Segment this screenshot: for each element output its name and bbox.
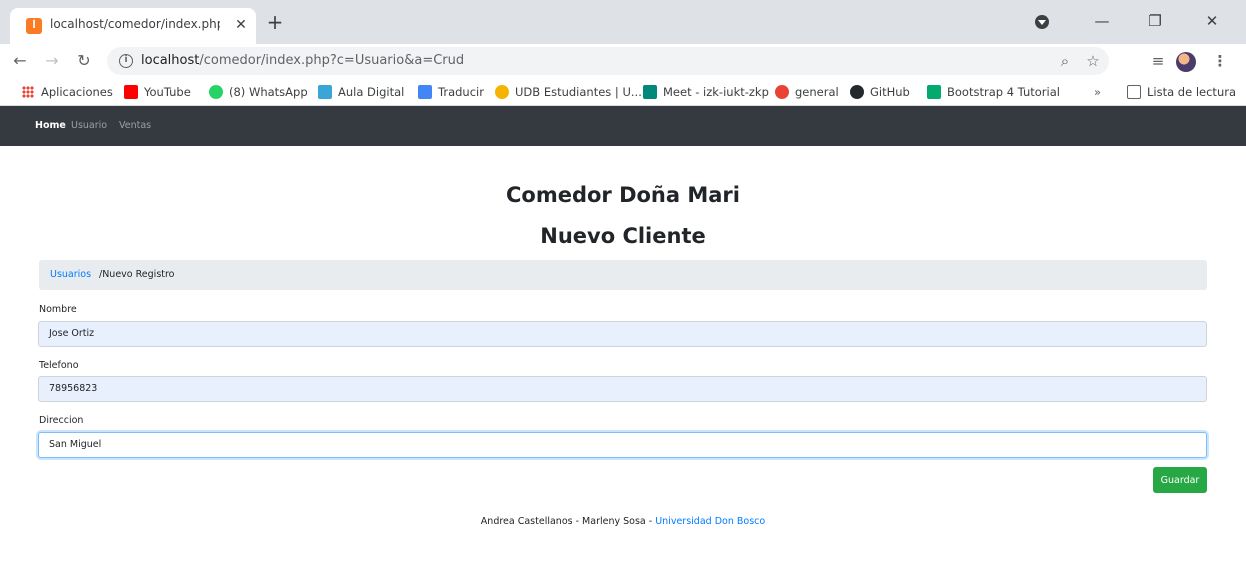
aula-digital-icon — [318, 85, 332, 99]
bookmark-general[interactable]: general — [775, 83, 839, 101]
bookmark-youtube[interactable]: YouTube — [124, 83, 191, 101]
browser-toolbar: ← → ↻ i localhost/comedor/index.php?c=Us… — [0, 44, 1246, 78]
youtube-icon — [124, 85, 138, 99]
bookmark-star-icon[interactable]: ☆ — [1081, 49, 1105, 73]
footer-udb-link[interactable]: Universidad Don Bosco — [655, 516, 765, 527]
reading-list-icon — [1127, 85, 1141, 99]
bookmark-meet[interactable]: Meet - izk-iukt-zkp — [643, 83, 769, 101]
back-icon[interactable]: ← — [8, 49, 32, 73]
close-tab-icon[interactable]: ✕ — [231, 15, 251, 35]
bookmark-udb[interactable]: UDB Estudiantes | U... — [495, 83, 642, 101]
tab-search-icon[interactable] — [1035, 15, 1049, 29]
nombre-label: Nombre — [39, 304, 77, 315]
reload-icon[interactable]: ↻ — [72, 49, 96, 73]
footer: Andrea Castellanos - Marleny Sosa - Univ… — [0, 516, 1246, 527]
breadcrumb: Usuarios /Nuevo Registro — [39, 260, 1207, 290]
meet-icon — [643, 85, 657, 99]
nav-ventas[interactable]: Ventas — [119, 120, 151, 131]
xampp-favicon-icon: ꟾ — [26, 18, 42, 34]
nav-usuario[interactable]: Usuario — [71, 120, 107, 131]
bookmark-whatsapp[interactable]: (8) WhatsApp — [209, 83, 308, 101]
bookmark-bootstrap-tutorial[interactable]: Bootstrap 4 Tutorial — [927, 83, 1060, 101]
breadcrumb-current: /Nuevo Registro — [99, 269, 175, 280]
browser-tab[interactable]: ꟾ localhost/comedor/index.php?c= ✕ — [10, 8, 256, 44]
close-window-icon[interactable]: ✕ — [1200, 10, 1224, 34]
profile-avatar[interactable] — [1176, 52, 1196, 72]
site-navbar: Home Usuario Ventas — [0, 106, 1246, 146]
bookmark-github[interactable]: GitHub — [850, 83, 910, 101]
apps-grid-icon — [22, 86, 34, 98]
w3schools-icon — [927, 85, 941, 99]
tab-title: localhost/comedor/index.php?c= — [50, 17, 220, 31]
nombre-field[interactable]: Jose Ortiz — [38, 321, 1207, 347]
translate-icon — [418, 85, 432, 99]
direccion-field[interactable]: San Miguel — [38, 432, 1207, 458]
media-control-icon[interactable]: ≡ — [1146, 49, 1170, 73]
address-bar[interactable]: i localhost/comedor/index.php?c=Usuario&… — [107, 47, 1109, 75]
github-icon — [850, 85, 864, 99]
breadcrumb-usuarios-link[interactable]: Usuarios — [50, 269, 91, 280]
bookmarks-bar: Aplicaciones YouTube (8) WhatsApp Aula D… — [0, 78, 1246, 106]
reading-list[interactable]: Lista de lectura — [1127, 83, 1236, 101]
browser-tab-strip: ꟾ localhost/comedor/index.php?c= ✕ + — ❐… — [0, 0, 1246, 44]
minimize-icon[interactable]: — — [1090, 10, 1114, 34]
general-icon — [775, 85, 789, 99]
nav-home[interactable]: Home — [35, 120, 66, 131]
page-subtitle: Nuevo Cliente — [540, 224, 706, 248]
footer-authors: Andrea Castellanos - Marleny Sosa - — [480, 516, 656, 527]
guardar-button[interactable]: Guardar — [1153, 467, 1207, 493]
new-tab-icon[interactable]: + — [264, 12, 286, 34]
menu-icon[interactable]: ⋮ — [1208, 49, 1232, 73]
page-title: Comedor Doña Mari — [505, 183, 740, 207]
telefono-label: Telefono — [39, 360, 79, 371]
direccion-label: Direccion — [39, 415, 84, 426]
bookmark-traducir[interactable]: Traducir — [418, 83, 484, 101]
url-text[interactable]: localhost/comedor/index.php?c=Usuario&a=… — [141, 53, 464, 68]
bookmarks-overflow-icon[interactable]: » — [1094, 83, 1101, 101]
whatsapp-icon — [209, 85, 223, 99]
info-icon[interactable]: i — [119, 54, 133, 68]
forward-icon[interactable]: → — [40, 49, 64, 73]
restore-icon[interactable]: ❐ — [1143, 10, 1167, 34]
udb-icon — [495, 85, 509, 99]
telefono-field[interactable]: 78956823 — [38, 376, 1207, 402]
bookmark-aplicaciones[interactable]: Aplicaciones — [22, 83, 113, 101]
bookmark-aula-digital[interactable]: Aula Digital — [318, 83, 404, 101]
zoom-icon[interactable]: ⌕ — [1053, 49, 1077, 73]
